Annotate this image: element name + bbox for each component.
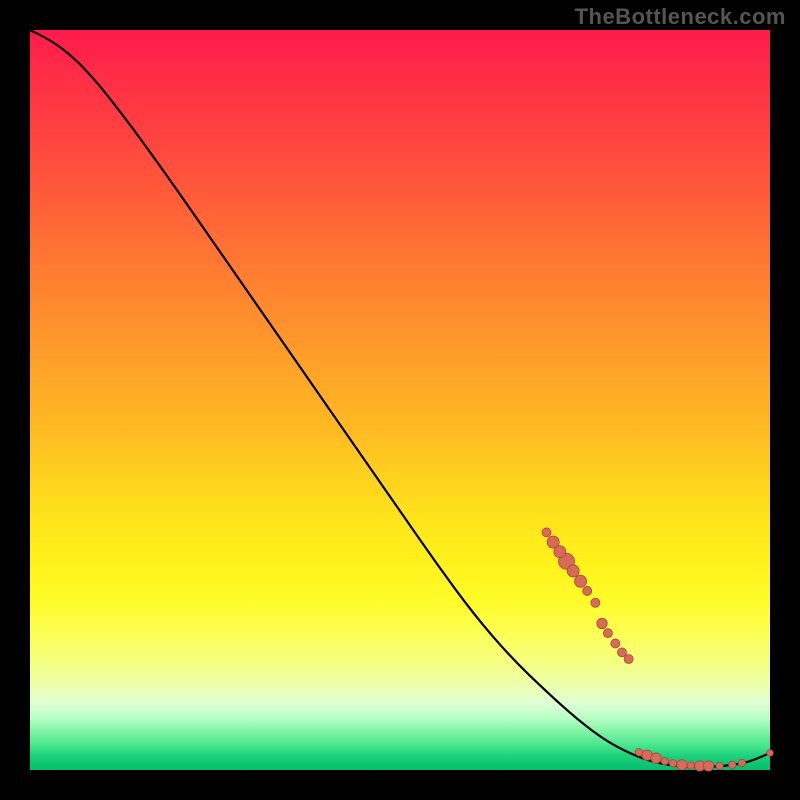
data-marker [611,639,620,648]
data-marker [618,648,627,657]
data-marker [583,586,592,595]
data-marker [624,655,633,664]
data-marker [729,761,736,768]
data-marker [716,762,723,769]
plot-area [30,30,770,770]
data-marker [703,761,713,771]
data-marker [567,565,579,577]
chart-canvas [30,30,770,770]
marker-group [542,528,773,771]
bottleneck-curve [30,30,770,767]
data-marker [542,528,551,537]
data-marker [591,598,600,607]
data-marker [687,762,694,769]
data-marker [554,546,566,558]
data-marker [597,618,607,628]
data-marker [669,760,676,767]
chart-stage: TheBottleneck.com [0,0,800,800]
data-marker [651,753,661,763]
data-marker [738,759,745,766]
data-marker [575,575,587,587]
data-marker [677,760,687,770]
data-marker [767,750,774,757]
data-marker [661,757,668,764]
data-marker [603,629,612,638]
watermark-text: TheBottleneck.com [575,4,786,30]
